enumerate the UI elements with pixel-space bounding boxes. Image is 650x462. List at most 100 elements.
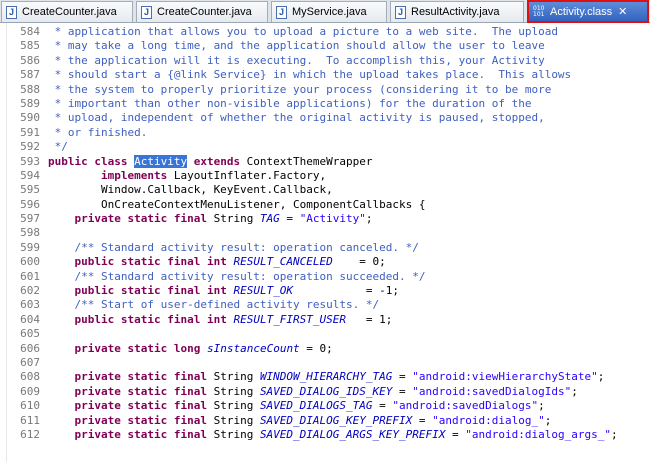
code-line[interactable]: 590 * upload, independent of whether the… [6,111,650,125]
code-line[interactable]: 599 /** Standard activity result: operat… [6,241,650,255]
tab-label: MyService.java [292,6,367,18]
keyword-token: extends [193,154,241,168]
code-token: ; [365,212,373,226]
code-line[interactable]: 600 public static final int RESULT_CANCE… [6,255,650,269]
line-number: 595 [20,183,40,197]
code-line[interactable]: 612 private static final String SAVED_DI… [6,428,650,442]
keyword-token: public static final int [74,312,227,326]
code-line[interactable]: 596 OnCreateContextMenuListener, Compone… [6,198,650,212]
code-line[interactable]: 601 /** Standard activity result: operat… [6,270,650,284]
code-text: * upload, independent of whether the ori… [48,111,545,125]
code-line[interactable]: 597 private static final String TAG = "A… [6,212,650,226]
code-line[interactable]: 593 public class Activity extends Context… [6,154,650,169]
code-editor[interactable]: 584 * application that allows you to upl… [0,23,650,462]
code-line[interactable]: 592 */ [6,140,650,154]
code-text: private static final String SAVED_DIALOG… [48,399,545,413]
line-number: 587 [20,68,40,82]
code-token: = 1; [346,312,393,326]
code-lines: 584 * application that allows you to upl… [6,25,650,442]
comment-token: * application that allows you to upload … [48,25,558,38]
code-line[interactable]: 586 * the application will it is executi… [6,54,650,68]
keyword-token: private static final [74,370,207,384]
code-line[interactable]: 584 * application that allows you to upl… [6,25,650,39]
tab-label: CreateCounter.java [22,6,117,18]
close-tab-icon[interactable]: ✕ [618,6,628,17]
code-line[interactable]: 602 public static final int RESULT_OK = … [6,284,650,298]
line-number: 607 [20,355,40,369]
code-token: String [206,413,260,427]
java-file-icon: J [6,5,17,19]
line-number: 597 [20,212,40,226]
string-token: "android:dialog_args_" [465,427,611,441]
code-line[interactable]: 585 * may take a long time, and the appl… [6,39,650,53]
field-token: RESULT_CANCELED [233,255,333,269]
java-file-icon: J [276,5,287,19]
code-text: private static long sInstanceCount = 0; [48,342,333,356]
line-number: 612 [20,427,40,441]
line-number: 592 [20,140,40,154]
code-token: String [206,370,260,384]
tab-createcounter-java-1[interactable]: J CreateCounter.java [1,1,133,22]
tab-activity-class[interactable]: 010 101 Activity.class ✕ [527,0,649,23]
comment-token: * should start a {@link Service} in whic… [48,68,572,82]
code-line[interactable]: 607 [6,356,650,370]
line-number: 584 [20,25,40,38]
code-text: * the application will it is executing. … [48,54,545,68]
tab-createcounter-java-2[interactable]: J CreateCounter.java [136,1,268,22]
code-line[interactable]: 610 private static final String SAVED_DI… [6,399,650,413]
code-token: ; [538,399,545,413]
tab-resultactivity-java[interactable]: J ResultActivity.java [390,1,524,22]
code-token: String [206,212,260,226]
tab-myservice-java[interactable]: J MyService.java [271,1,387,22]
code-line[interactable]: 606 private static long sInstanceCount =… [6,342,650,356]
line-number: 610 [20,399,40,413]
code-line[interactable]: 611 private static final String SAVED_DI… [6,414,650,428]
code-text: implements LayoutInflater.Factory, [48,169,326,183]
keyword-token: private static final [74,413,207,427]
keyword-token: public static final int [74,255,227,269]
code-token: = [392,370,413,384]
code-line[interactable]: 604 public static final int RESULT_FIRST… [6,313,650,327]
keyword-token: private static final [74,399,207,413]
field-token: SAVED_DIALOG_KEY_PREFIX [259,413,413,427]
java-file-icon: J [395,5,406,19]
code-text: private static final String SAVED_DIALOG… [48,428,618,442]
code-token: = 0; [299,341,333,355]
comment-token: * the system to properly prioritize your… [48,82,552,96]
code-line[interactable]: 605 [6,327,650,341]
code-line[interactable]: 591 * or finished. [6,126,650,140]
code-token: = -1; [293,284,400,298]
comment-token: */ [48,140,68,154]
code-line[interactable]: 595 Window.Callback, KeyEvent.Callback, [6,183,650,197]
comment-token: * or finished. [48,125,148,139]
code-line[interactable]: 608 private static final String WINDOW_H… [6,370,650,384]
comment-token: * important than other non-visible appli… [48,96,532,110]
code-line[interactable]: 603 /** Start of user-defined activity r… [6,298,650,312]
keyword-token: implements [100,168,168,182]
code-token: String [206,399,260,413]
code-line[interactable]: 598 [6,226,650,240]
code-token: ; [597,370,605,384]
code-line[interactable]: 594 implements LayoutInflater.Factory, [6,169,650,183]
code-line[interactable]: 609 private static final String SAVED_DI… [6,385,650,399]
code-line[interactable]: 588 * the system to properly prioritize … [6,83,650,97]
field-token: SAVED_DIALOG_ARGS_KEY_PREFIX [259,427,446,441]
code-line[interactable]: 587 * should start a {@link Service} in … [6,68,650,82]
line-number: 604 [20,312,40,326]
code-text: * or finished. [48,125,148,140]
field-token: RESULT_OK [233,284,294,298]
line-number: 606 [20,341,40,355]
code-line[interactable]: 589 * important than other non-visible a… [6,97,650,111]
selected-token: Activity [134,154,188,168]
code-text: public static final int RESULT_OK = -1; [48,284,400,298]
code-text: * application that allows you to upload … [48,25,558,39]
code-text: * important than other non-visible appli… [48,96,532,111]
